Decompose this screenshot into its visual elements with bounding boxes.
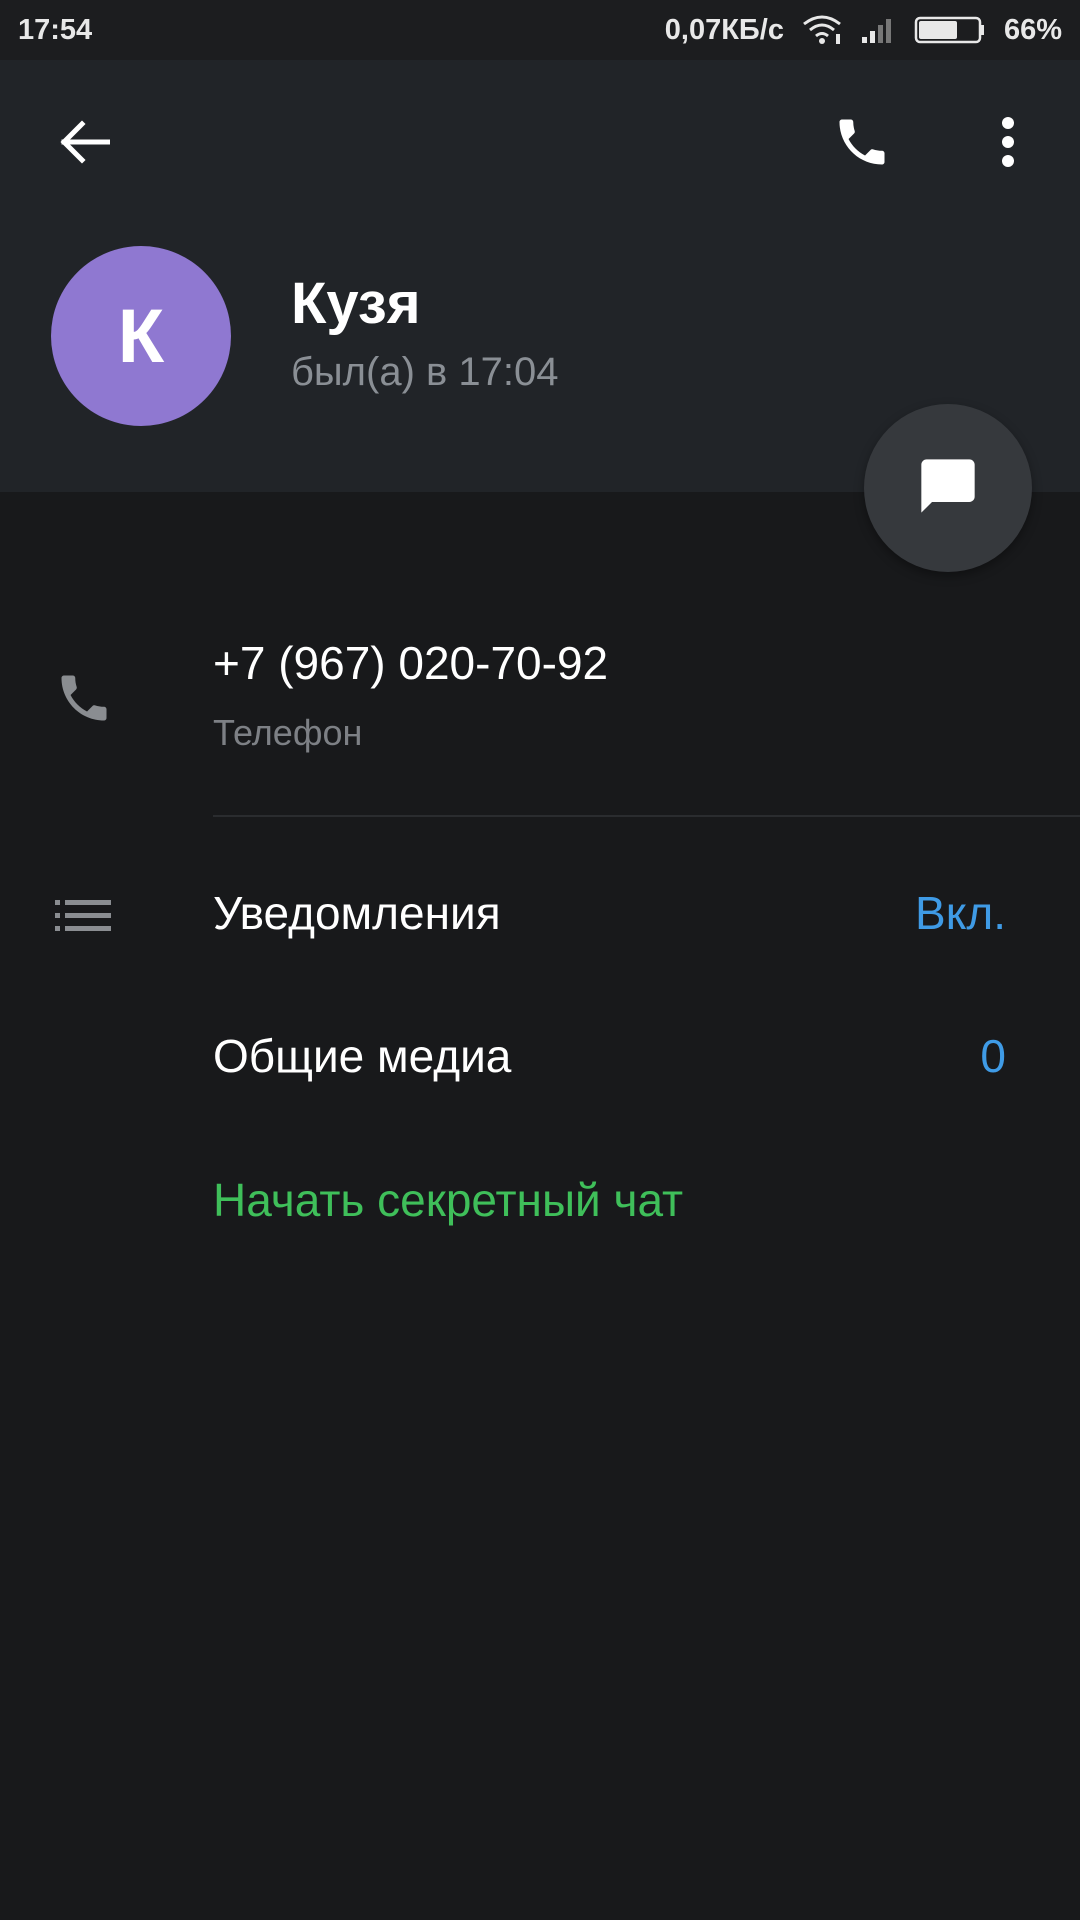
- notifications-row[interactable]: Уведомления Вкл.: [0, 853, 1080, 973]
- start-secret-chat-row[interactable]: Начать секретный чат: [0, 1140, 1080, 1260]
- last-seen-status: был(а) в 17:04: [291, 350, 559, 394]
- send-message-button[interactable]: [864, 404, 1032, 572]
- shared-media-label: Общие медиа: [213, 1030, 512, 1082]
- more-vertical-icon: [1001, 116, 1015, 173]
- start-secret-chat-label: Начать секретный чат: [213, 1174, 684, 1226]
- phone-icon: [832, 112, 892, 177]
- phone-label: Телефон: [213, 712, 363, 753]
- status-indicators: 0,07КБ/с 66%: [665, 14, 1062, 47]
- phone-number[interactable]: +7 (967) 020-70-92: [213, 636, 608, 690]
- status-time: 17:54: [18, 13, 93, 46]
- status-bar: 17:54 0,07КБ/с 66%: [0, 0, 1080, 60]
- phone-icon: [46, 660, 122, 736]
- back-button[interactable]: [36, 96, 132, 192]
- arrow-left-icon: [58, 119, 111, 169]
- signal-icon: [860, 15, 896, 45]
- contact-profile-screen: 17:54 0,07КБ/с 66% К Кузя был(а) в 17:04…: [0, 0, 1080, 1920]
- divider: [213, 815, 1080, 817]
- shared-media-count: 0: [980, 1030, 1006, 1082]
- chat-bubble-icon: [916, 454, 980, 523]
- battery-icon: [914, 15, 986, 45]
- more-options-button[interactable]: [960, 96, 1056, 192]
- call-button[interactable]: [814, 96, 910, 192]
- notifications-value: Вкл.: [915, 887, 1006, 939]
- wifi-icon: [802, 14, 842, 46]
- avatar-initial: К: [117, 293, 165, 379]
- shared-media-row[interactable]: Общие медиа 0: [0, 996, 1080, 1116]
- notifications-label: Уведомления: [213, 887, 501, 939]
- battery-percent: 66%: [1003, 13, 1062, 46]
- avatar[interactable]: К: [51, 246, 231, 426]
- network-speed: 0,07КБ/с: [664, 13, 784, 46]
- contact-name: Кузя: [291, 271, 421, 336]
